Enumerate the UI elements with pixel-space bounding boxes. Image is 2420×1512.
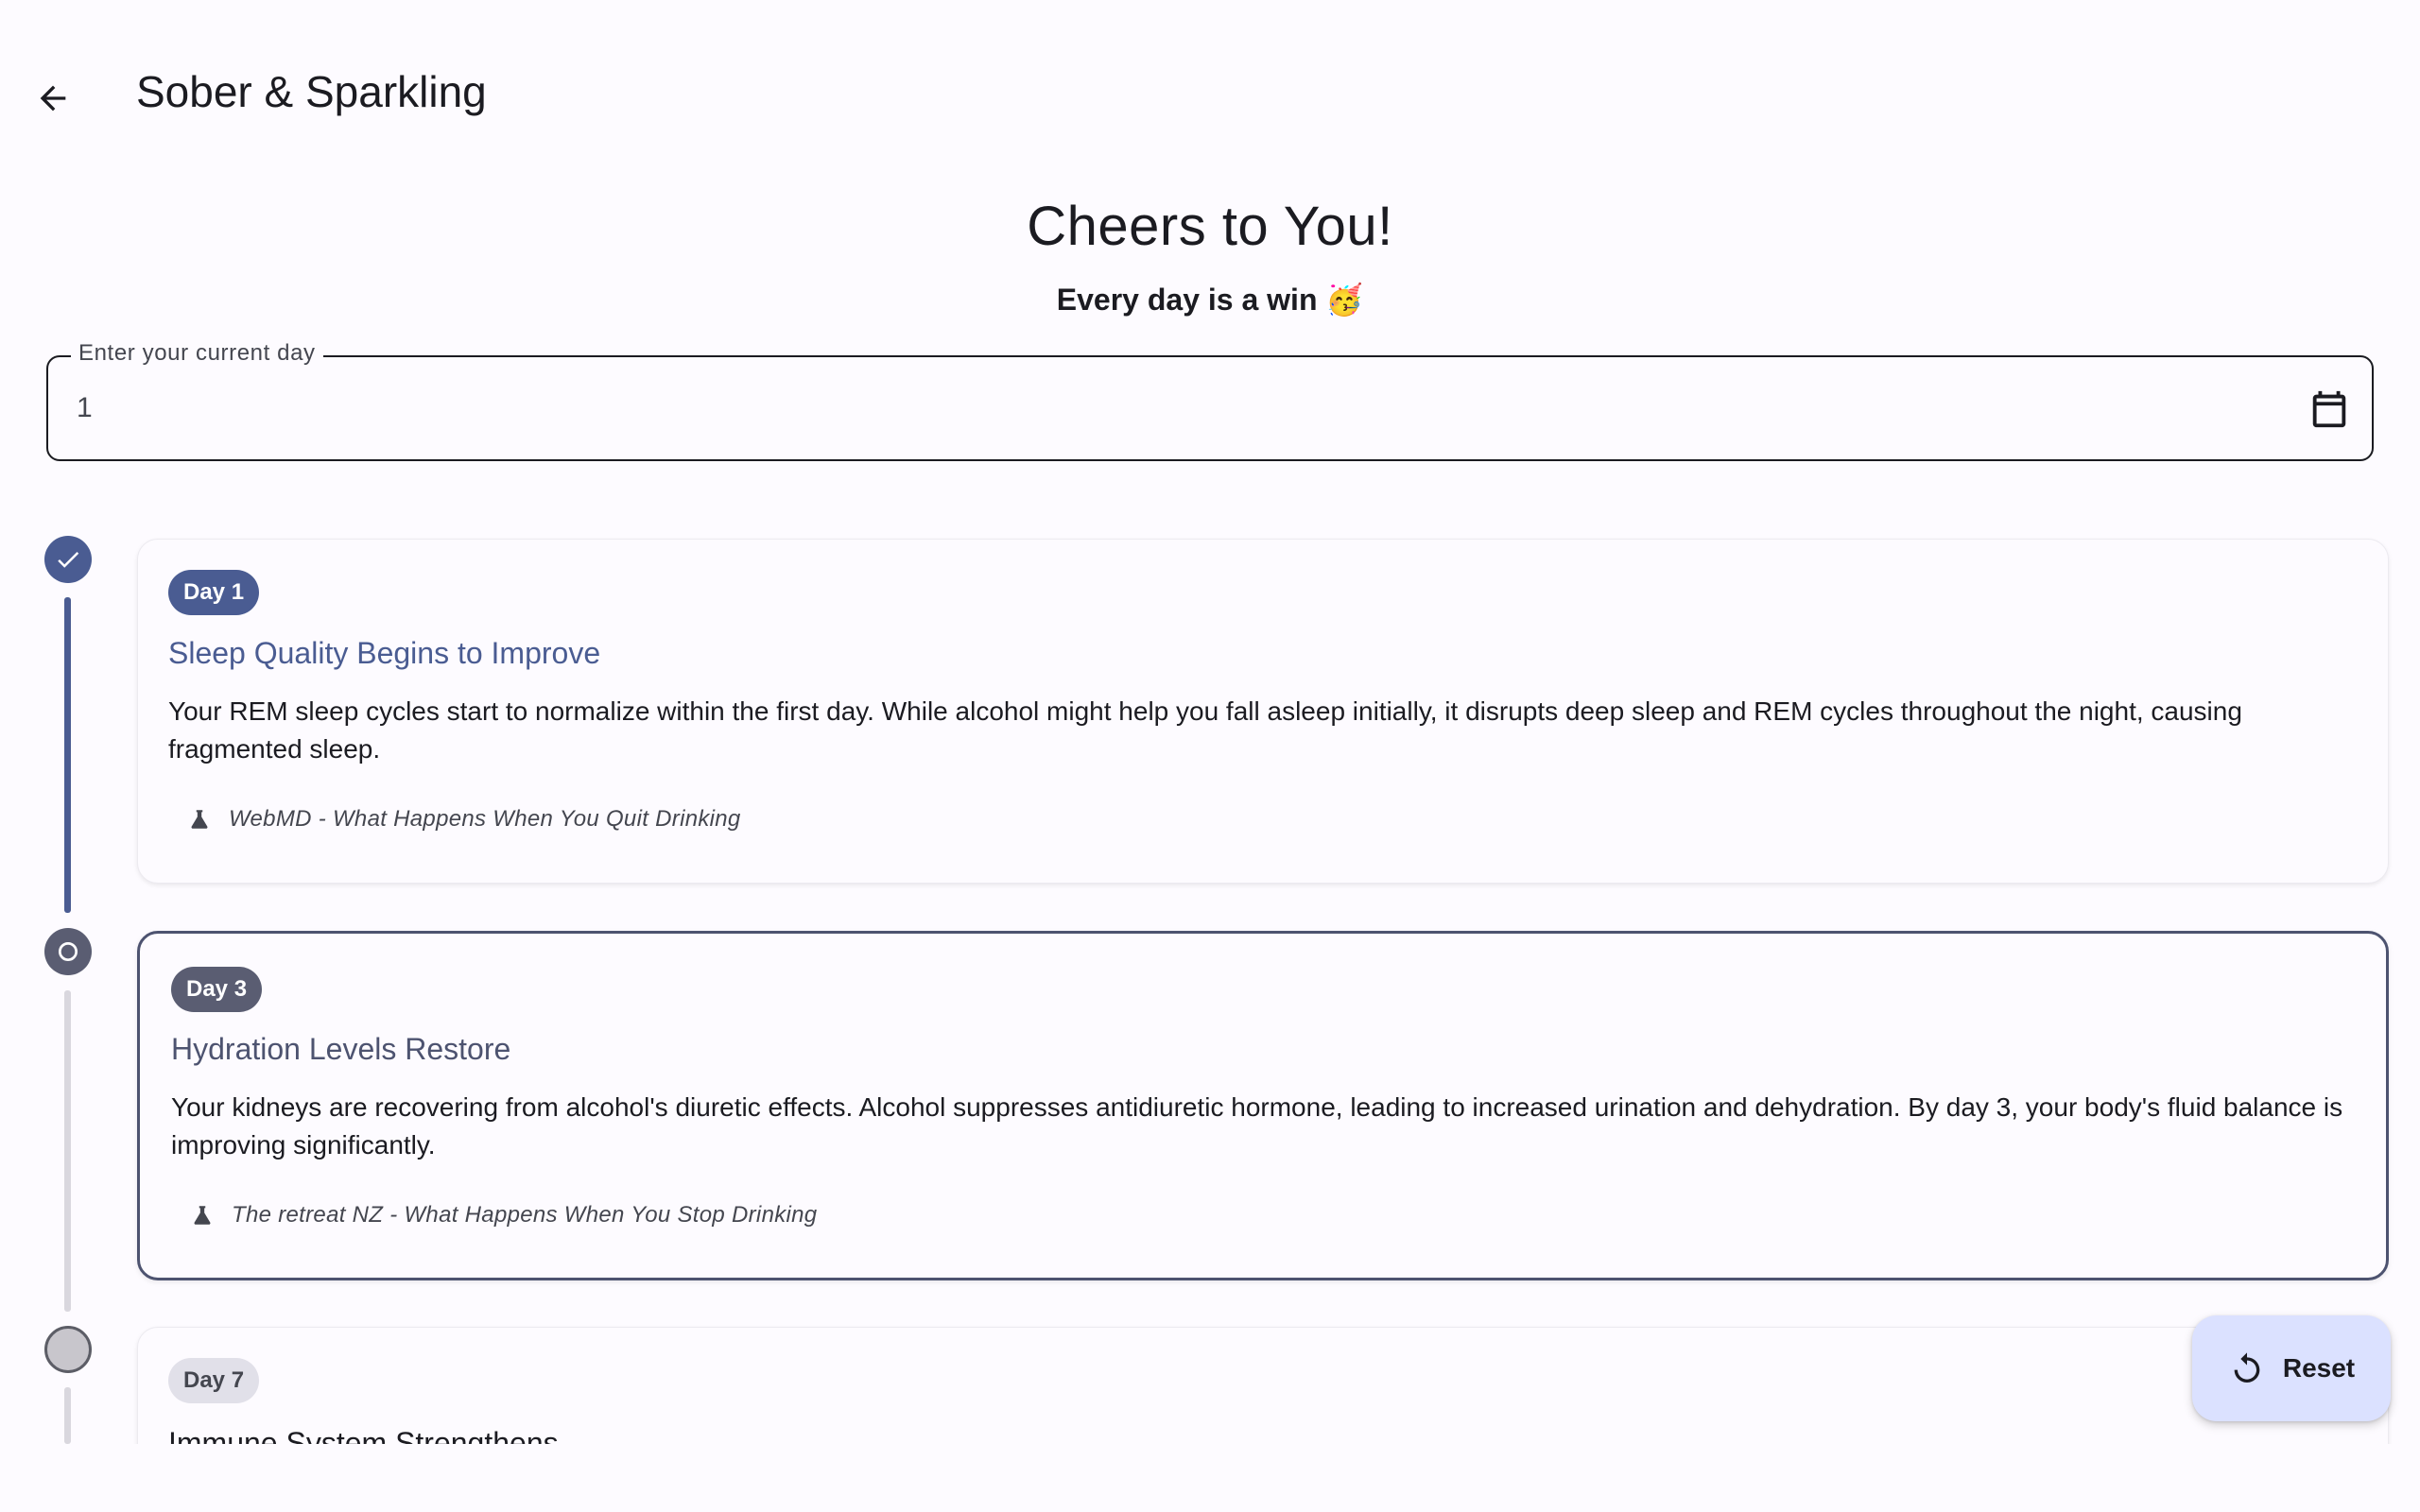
reset-button[interactable]: Reset [2192,1315,2391,1421]
calendar-icon [2312,390,2346,428]
refresh-icon [2234,1352,2260,1383]
source-text: The retreat NZ - What Happens When You S… [232,1202,818,1228]
milestone-title: Hydration Levels Restore [171,1032,511,1066]
milestone-source: WebMD - What Happens When You Quit Drink… [187,806,741,833]
current-day-input[interactable] [77,357,2251,459]
timeline-dot-current [44,928,92,975]
current-day-field: Enter your current day [46,340,2374,461]
milestone-description: Your kidneys are recovering from alcohol… [171,1092,2343,1160]
milestone-description: Your REM sleep cycles start to normalize… [168,696,2242,764]
flask-icon [187,806,214,833]
content-clip [0,1444,2420,1512]
day-badge: Day 7 [168,1358,260,1403]
page-title: Cheers to You! [1027,196,1393,257]
calendar-button[interactable] [2306,386,2353,433]
timeline-dot-completed [44,536,92,583]
circle-outline-icon [58,941,78,962]
timeline-dot-upcoming [44,1326,92,1373]
milestone-source: The retreat NZ - What Happens When You S… [190,1202,817,1228]
back-button[interactable] [23,60,83,136]
reset-label: Reset [2282,1353,2356,1383]
timeline-line-upcoming [64,1387,71,1444]
source-text: WebMD - What Happens When You Quit Drink… [229,806,741,832]
app-bar: Sober & Sparkling [0,0,2420,195]
day-badge: Day 3 [171,967,263,1012]
app-screen: Sober & Sparkling Cheers to You! Every d… [0,0,2420,1512]
page-subtitle: Every day is a win 🥳 [1056,283,1364,317]
milestone-title: Sleep Quality Begins to Improve [168,636,601,670]
day-badge: Day 1 [168,570,260,615]
milestone-card-current[interactable]: Day 3 Hydration Levels Restore Your kidn… [137,931,2389,1280]
timeline-line-completed [64,597,71,913]
arrow-back-icon [40,85,66,112]
app-title: Sober & Sparkling [136,67,487,116]
timeline-line-upcoming [64,990,71,1312]
check-icon [58,551,79,568]
milestone-card[interactable]: Day 1 Sleep Quality Begins to Improve Yo… [137,539,2389,884]
flask-icon [190,1202,216,1228]
